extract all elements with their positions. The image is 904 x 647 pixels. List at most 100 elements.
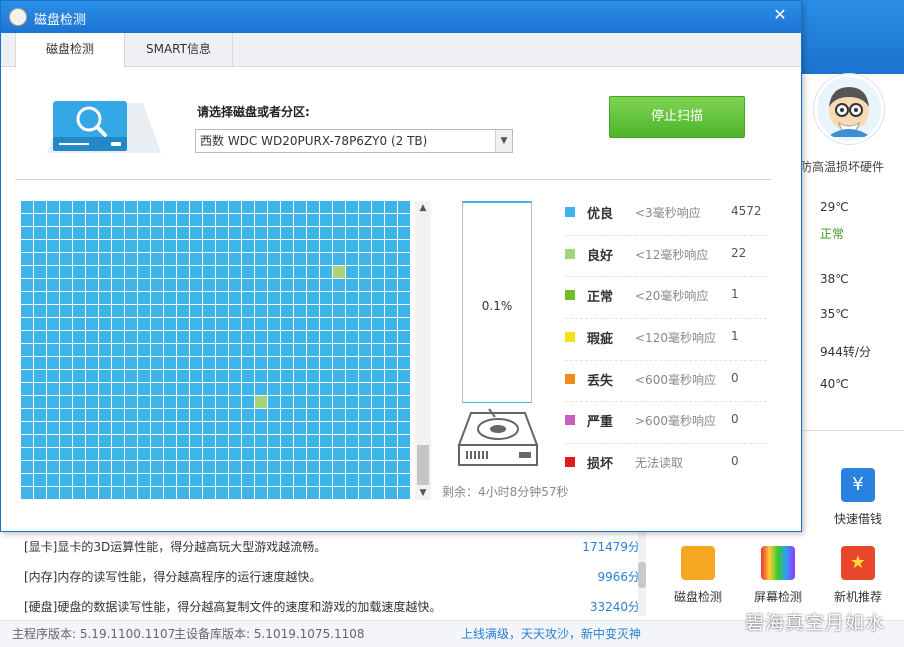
sector-block	[112, 214, 124, 226]
sector-block	[60, 357, 72, 369]
sector-block	[190, 422, 202, 434]
tab-smart-info[interactable]: SMART信息	[125, 33, 233, 67]
sector-block	[372, 318, 384, 330]
sector-block	[398, 227, 410, 239]
sector-block	[320, 214, 332, 226]
sector-block	[112, 227, 124, 239]
sector-block	[346, 227, 358, 239]
sector-block	[398, 331, 410, 343]
sector-block	[255, 227, 267, 239]
sector-block	[21, 409, 33, 421]
chevron-down-icon[interactable]: ▼	[495, 130, 512, 152]
sector-block	[320, 240, 332, 252]
sector-block	[73, 474, 85, 486]
sector-block	[125, 253, 137, 265]
sector-block	[47, 266, 59, 278]
sector-block	[112, 474, 124, 486]
sector-block	[60, 422, 72, 434]
sector-block	[86, 396, 98, 408]
sector-block	[398, 409, 410, 421]
legend-desc: <12毫秒响应	[635, 247, 709, 262]
legend-desc: <20毫秒响应	[635, 289, 709, 304]
sector-block	[320, 474, 332, 486]
legend-desc: <600毫秒响应	[635, 372, 716, 387]
sector-block	[203, 370, 215, 382]
sector-block	[86, 227, 98, 239]
disk-select[interactable]: 西数 WDC WD20PURX-78P6ZY0 (2 TB) ▼	[195, 129, 513, 153]
tool-disk-check[interactable]: 磁盘检测	[658, 546, 738, 605]
sector-block	[294, 461, 306, 473]
sector-block	[73, 461, 85, 473]
sector-block	[385, 422, 397, 434]
sector-block	[320, 331, 332, 343]
legend-swatch	[565, 415, 575, 426]
sector-block	[177, 357, 189, 369]
close-button[interactable]: ✕	[769, 5, 791, 27]
tool-quick-loan[interactable]: ¥ 快速借钱	[818, 468, 898, 527]
sector-block	[255, 370, 267, 382]
sector-block	[385, 448, 397, 460]
sector-block	[398, 461, 410, 473]
title-bar[interactable]: 磁盘检测 ✕	[1, 1, 801, 33]
sector-block	[151, 357, 163, 369]
sector-block	[190, 448, 202, 460]
sector-block	[99, 305, 111, 317]
sector-block	[125, 448, 137, 460]
sector-block	[190, 292, 202, 304]
sector-block	[190, 266, 202, 278]
temp-value: 38℃	[820, 272, 849, 286]
scroll-up-icon[interactable]: ▲	[415, 203, 431, 213]
sector-block	[242, 279, 254, 291]
sector-block	[47, 305, 59, 317]
sector-block	[60, 370, 72, 382]
legend-name: 瑕疵	[587, 332, 614, 348]
sector-block	[138, 461, 150, 473]
sector-block	[255, 435, 267, 447]
sector-block	[216, 279, 228, 291]
scroll-thumb[interactable]	[417, 445, 429, 485]
legend-name: 优良	[587, 207, 614, 222]
list-scrollbar[interactable]	[638, 532, 646, 616]
sector-block	[268, 370, 280, 382]
grid-scrollbar[interactable]: ▲ ▼	[415, 201, 431, 500]
ad-link[interactable]: 上线满级，天天攻沙，新中变灭神	[461, 621, 641, 647]
legend-row: 良好 <12毫秒响应 22	[565, 236, 767, 278]
sector-block	[86, 422, 98, 434]
sector-block	[268, 344, 280, 356]
sector-block	[47, 318, 59, 330]
sector-block	[320, 305, 332, 317]
sector-block	[177, 266, 189, 278]
sector-block	[47, 370, 59, 382]
sector-block	[164, 266, 176, 278]
sector-block	[320, 253, 332, 265]
sector-block	[242, 227, 254, 239]
sector-block	[60, 240, 72, 252]
sector-block	[125, 292, 137, 304]
sector-block	[203, 344, 215, 356]
avatar[interactable]	[814, 74, 884, 144]
sector-block	[333, 331, 345, 343]
sector-block	[21, 344, 33, 356]
tab-disk-check[interactable]: 磁盘检测	[15, 33, 125, 68]
sector-block	[34, 448, 46, 460]
sector-block	[60, 344, 72, 356]
sector-block	[203, 240, 215, 252]
sector-block	[34, 370, 46, 382]
sector-block	[125, 305, 137, 317]
sector-block	[203, 318, 215, 330]
stop-scan-button[interactable]: 停止扫描	[609, 96, 745, 138]
sector-block	[268, 253, 280, 265]
sector-block	[346, 318, 358, 330]
sector-block	[281, 331, 293, 343]
sector-block	[307, 487, 319, 499]
sector-block	[164, 227, 176, 239]
tool-new-pc[interactable]: ★ 新机推荐	[818, 546, 898, 605]
sector-block	[60, 305, 72, 317]
sector-block	[164, 487, 176, 499]
sector-block	[203, 357, 215, 369]
sector-block	[294, 292, 306, 304]
sector-block	[138, 305, 150, 317]
tool-screen-check[interactable]: 屏幕检测	[738, 546, 818, 605]
sector-block	[320, 266, 332, 278]
scroll-down-icon[interactable]: ▼	[415, 488, 431, 498]
